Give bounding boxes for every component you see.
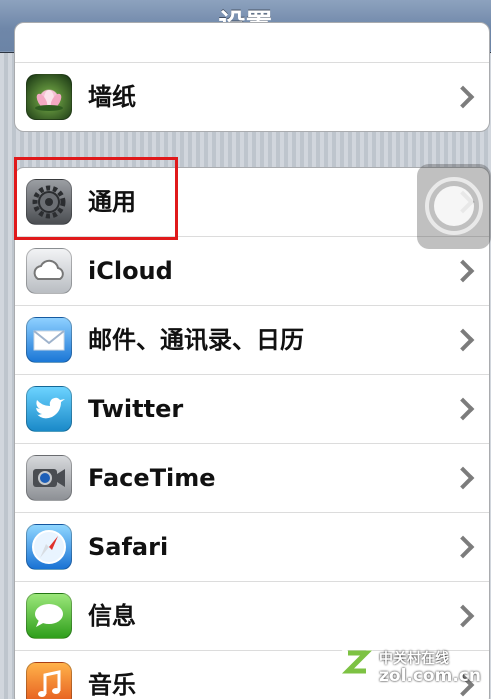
- chevron-right-icon: [451, 604, 475, 628]
- settings-group-display: 墙纸: [14, 22, 490, 132]
- compass-icon: [26, 524, 72, 570]
- settings-row-label: Twitter: [88, 395, 184, 423]
- settings-row-twitter[interactable]: Twitter: [15, 375, 489, 444]
- music-note-icon: [26, 662, 72, 699]
- settings-row-icloud[interactable]: iCloud: [15, 237, 489, 306]
- cloud-icon: [26, 248, 72, 294]
- settings-row-label: 信息: [88, 602, 136, 630]
- settings-row-label: 墙纸: [88, 83, 136, 111]
- settings-row-label: iCloud: [88, 257, 173, 285]
- settings-row-wallpaper[interactable]: 墙纸: [15, 63, 489, 131]
- settings-row-facetime[interactable]: FaceTime: [15, 444, 489, 513]
- settings-group-main: 通用 iCloud 邮件、通讯录、日历 Twitter FaceTime Saf…: [14, 167, 490, 699]
- assistive-touch-center-icon: [434, 186, 474, 226]
- assistive-touch-button[interactable]: [417, 164, 491, 249]
- settings-row-safari[interactable]: Safari: [15, 513, 489, 582]
- chevron-right-icon: [451, 259, 475, 283]
- mail-envelope-icon: [26, 317, 72, 363]
- settings-row-label: 音乐: [88, 671, 136, 699]
- settings-row-label: FaceTime: [88, 464, 216, 492]
- wallpaper-icon: [26, 74, 72, 120]
- watermark-line-1: 中关村在线: [379, 651, 449, 667]
- watermark: 中关村在线 zol.com.cn: [337, 640, 487, 690]
- watermark-line-2: zol.com.cn: [379, 666, 481, 686]
- settings-row-mail-contacts-calendars[interactable]: 邮件、通讯录、日历: [15, 306, 489, 375]
- zol-logo-icon: [338, 643, 376, 681]
- chevron-right-icon: [451, 397, 475, 421]
- twitter-bird-icon: [26, 386, 72, 432]
- chevron-right-icon: [451, 328, 475, 352]
- chevron-right-icon: [451, 466, 475, 490]
- settings-row-partial: [15, 23, 489, 63]
- highlight-box: [14, 157, 178, 240]
- settings-row-label: Safari: [88, 533, 169, 561]
- chevron-right-icon: [451, 85, 475, 109]
- video-camera-icon: [26, 455, 72, 501]
- chevron-right-icon: [451, 535, 475, 559]
- settings-row-label: 邮件、通讯录、日历: [88, 326, 304, 354]
- speech-bubble-icon: [26, 593, 72, 639]
